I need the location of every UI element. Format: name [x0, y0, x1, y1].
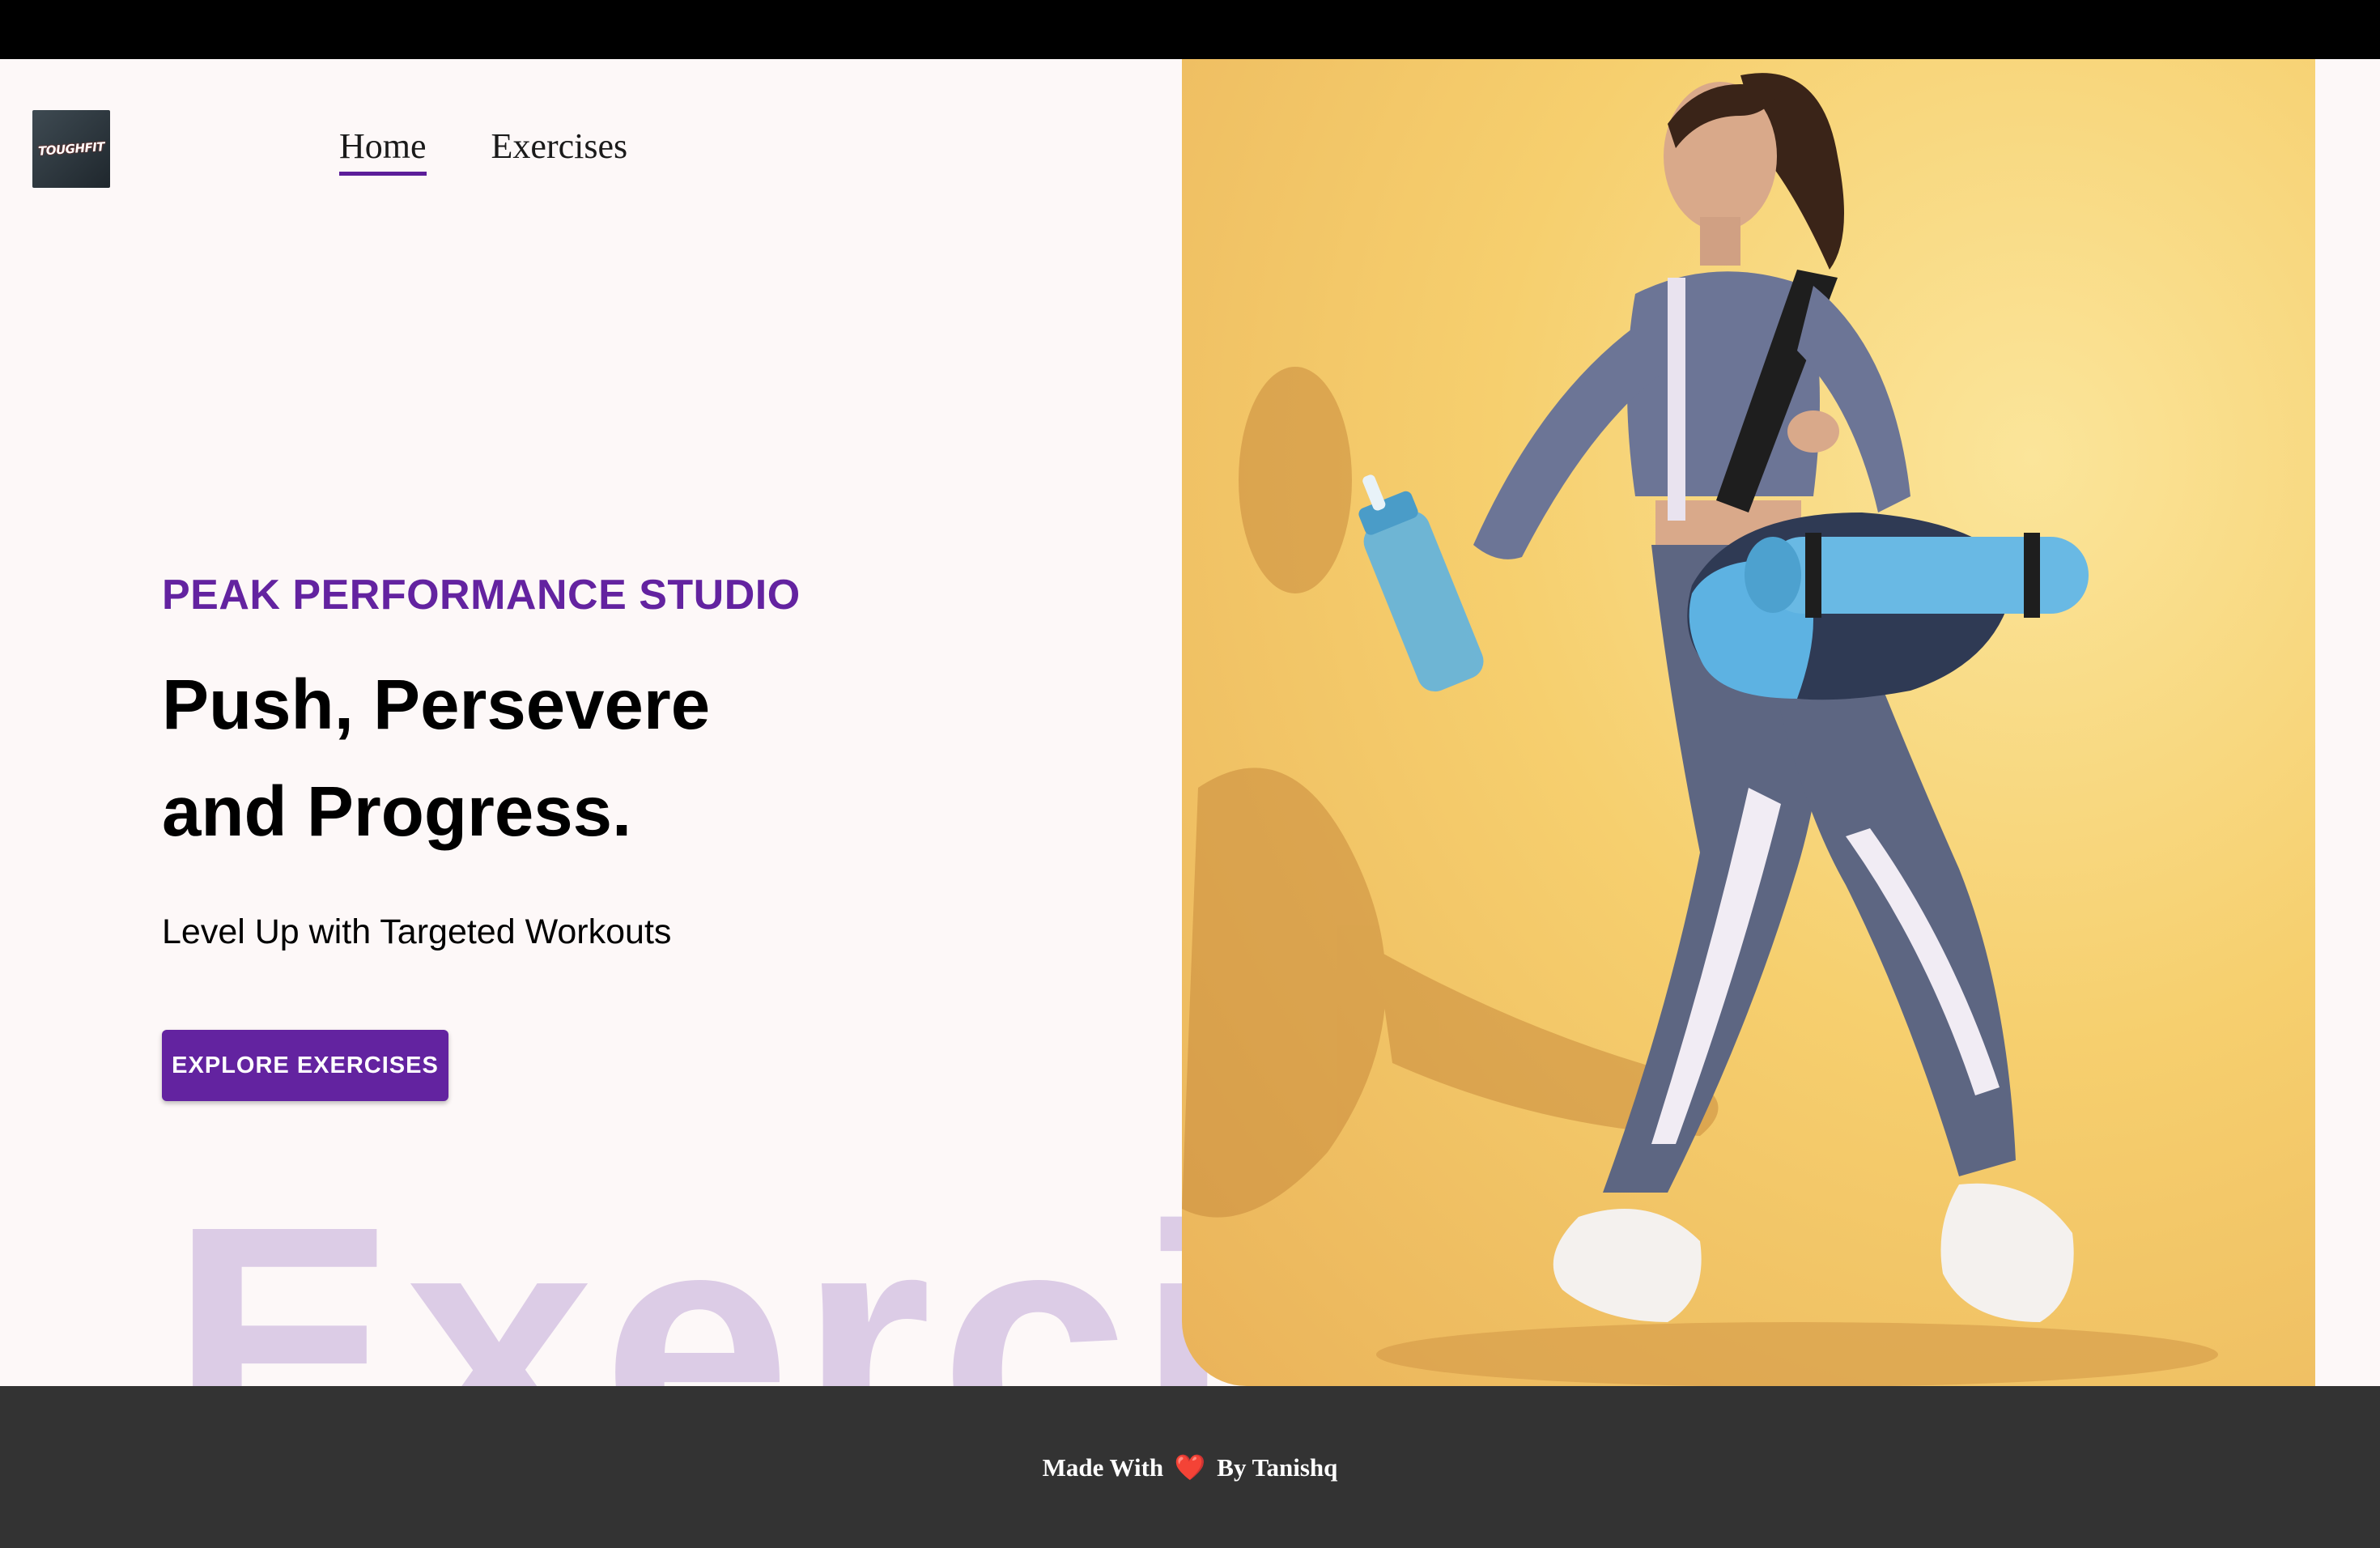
gym-bag: [1687, 512, 2089, 700]
water-bottle: [1358, 474, 1484, 692]
explore-exercises-button[interactable]: EXPLORE EXERCISES: [162, 1030, 448, 1101]
main-nav: Home Exercises: [339, 125, 627, 176]
hero-image: [1182, 59, 2315, 1386]
logo[interactable]: TOUGHFIT: [32, 110, 110, 188]
hero-headline-line1: Push, Persevere: [162, 666, 711, 744]
footer-prefix: Made With: [1042, 1452, 1164, 1482]
logo-text: TOUGHFIT: [37, 139, 105, 159]
hero-text: PEAK PERFORMANCE STUDIO Push, Persevere …: [162, 571, 801, 952]
hero-headline-line2: and Progress.: [162, 772, 632, 851]
footer-suffix: By Tanishq: [1217, 1452, 1338, 1482]
footer: Made With ❤️ By Tanishq: [0, 1386, 2380, 1548]
hero-eyebrow: PEAK PERFORMANCE STUDIO: [162, 572, 801, 619]
heart-icon: ❤️: [1174, 1452, 1206, 1482]
nav-home[interactable]: Home: [339, 125, 427, 176]
nav-exercises[interactable]: Exercises: [491, 125, 628, 176]
page: TOUGHFIT Home Exercises PEAK PERFORMANCE…: [0, 59, 2380, 1386]
top-bar: [0, 0, 2380, 59]
hero-headline: Push, Persevere and Progress.: [162, 652, 801, 865]
footer-credit: Made With ❤️ By Tanishq: [1043, 1452, 1338, 1482]
woman-with-gym-bag-illustration: [1182, 73, 2218, 1386]
hero-subheading: Level Up with Targeted Workouts: [162, 912, 672, 951]
